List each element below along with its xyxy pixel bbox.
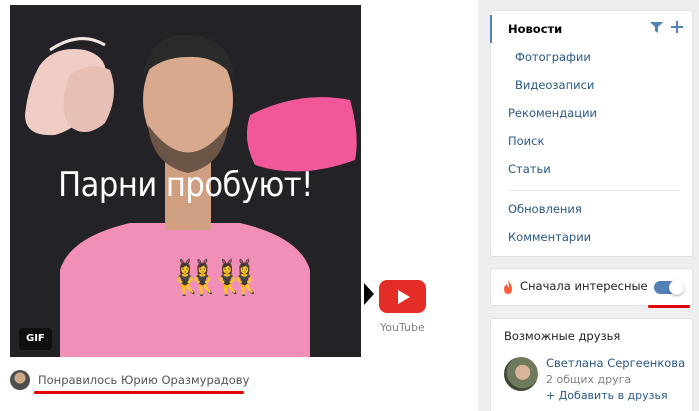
news-feed: Парни пробуют! 👯‍♀️👯‍♀️ GIF YouTube Понр…: [0, 0, 478, 411]
filter-icon[interactable]: [650, 22, 663, 33]
toggle-knob: [669, 280, 684, 295]
arrow-right-icon: [364, 283, 374, 305]
menu-item-videos[interactable]: Видеозаписи: [491, 71, 692, 99]
annotation-underline: [34, 391, 244, 394]
menu-item-comments[interactable]: Комментарии: [491, 223, 692, 251]
post-gif-preview[interactable]: Парни пробуют! 👯‍♀️👯‍♀️ GIF: [10, 5, 361, 357]
news-navigation-menu: Новости Фотографии Видеозаписи Рекоменда…: [490, 10, 693, 257]
menu-divider: [508, 190, 680, 191]
menu-item-search[interactable]: Поиск: [491, 127, 692, 155]
interesting-first-label: Сначала интересные: [520, 279, 648, 293]
youtube-label[interactable]: YouTube: [380, 321, 425, 334]
dancers-emoji: 👯‍♀️👯‍♀️: [173, 258, 258, 298]
youtube-icon[interactable]: [379, 280, 426, 313]
suggested-friends-title[interactable]: Возможные друзья: [504, 329, 620, 343]
play-icon: [398, 290, 410, 304]
friend-name[interactable]: Светлана Сергеенкова: [546, 356, 685, 370]
avatar[interactable]: [504, 357, 538, 391]
menu-item-updates[interactable]: Обновления: [491, 195, 692, 223]
avatar[interactable]: [10, 370, 30, 390]
mutual-friends-count[interactable]: 2 общих друга: [546, 373, 631, 386]
fire-icon: [504, 280, 512, 294]
interesting-first-card: Сначала интересные: [490, 268, 693, 306]
gif-badge: GIF: [19, 328, 52, 350]
liked-by-row[interactable]: Понравилось Юрию Оразмурадову: [10, 368, 249, 392]
suggested-friends-card: Возможные друзья Светлана Сергеенкова 2 …: [490, 318, 693, 411]
menu-item-recommendations[interactable]: Рекомендации: [491, 99, 692, 127]
add-friend-button[interactable]: + Добавить в друзья: [546, 389, 668, 402]
menu-item-photos[interactable]: Фотографии: [491, 43, 692, 71]
menu-item-articles[interactable]: Статьи: [491, 155, 692, 183]
youtube-source[interactable]: YouTube: [352, 265, 442, 345]
plus-icon[interactable]: [670, 20, 684, 34]
annotation-underline: [648, 305, 690, 308]
interesting-first-toggle[interactable]: [654, 280, 684, 295]
gif-caption: Парни пробуют!: [58, 165, 313, 205]
liked-by-text[interactable]: Понравилось Юрию Оразмурадову: [38, 373, 249, 387]
